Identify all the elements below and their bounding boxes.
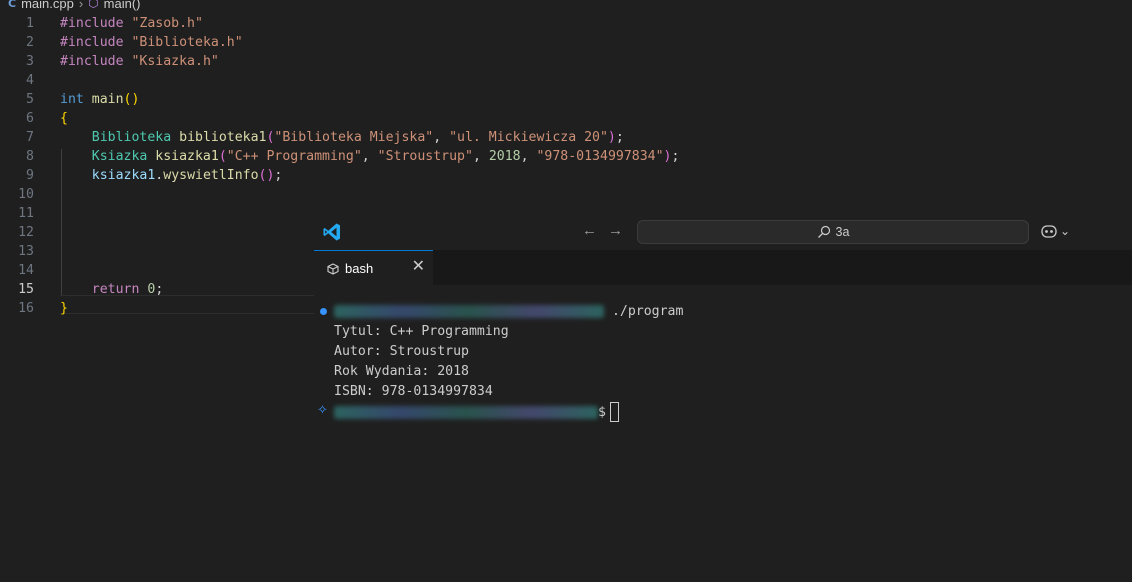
terminal-output-line: Tytul: C++ Programming — [334, 324, 509, 339]
terminal-icon — [327, 262, 339, 275]
title-bar: ← → 3a ⌄ — [314, 214, 1132, 251]
redacted-prompt — [334, 405, 598, 419]
terminal-output-line: ISBN: 978-0134997834 — [334, 384, 493, 399]
code-text: #include "Zasob.h" — [60, 16, 203, 31]
code-text: { — [60, 111, 68, 126]
line-number: 5 — [26, 92, 34, 107]
terminal-panel[interactable]: ./program Tytul: C++ Programming Autor: … — [314, 285, 1132, 582]
line-number: 12 — [18, 225, 34, 240]
terminal-prompt-line: $ — [334, 402, 619, 422]
command-status-dot-icon — [320, 308, 327, 315]
search-text: 3a — [835, 225, 850, 239]
vscode-window: ← → 3a ⌄ bash ✕ ./program Tytul: C++ Pro… — [314, 214, 1132, 582]
line-number: 9 — [26, 168, 34, 183]
terminal-command: ./program — [611, 304, 684, 319]
breadcrumb-file[interactable]: main.cpp — [21, 0, 74, 11]
vscode-logo-icon — [323, 223, 340, 241]
prompt-symbol: $ — [598, 405, 606, 420]
redacted-prompt — [334, 304, 604, 318]
terminal-tab-bar: bash ✕ — [314, 250, 1132, 286]
copilot-menu[interactable]: ⌄ — [1040, 223, 1070, 239]
sparkle-icon[interactable]: ✧ — [317, 402, 328, 418]
line-number: 14 — [18, 263, 34, 278]
code-text: return 0; — [91, 282, 164, 297]
tab-bash[interactable]: bash ✕ — [314, 250, 433, 286]
line-number: 6 — [26, 111, 34, 126]
line-number: 3 — [26, 54, 34, 69]
terminal-cursor — [609, 402, 619, 422]
terminal-output-line: Autor: Stroustrup — [334, 344, 469, 359]
line-number: 1 — [26, 16, 34, 31]
code-text: #include "Biblioteka.h" — [60, 35, 243, 50]
search-icon — [817, 225, 830, 238]
terminal-output-line: Rok Wydania: 2018 — [334, 364, 469, 379]
copilot-icon — [1041, 225, 1057, 238]
code-text: #include "Ksiazka.h" — [60, 54, 219, 69]
chevron-right-icon: › — [78, 0, 84, 11]
command-center-search[interactable]: 3a — [637, 220, 1029, 244]
breadcrumb: C main.cpp › ⬡ main() — [8, 0, 141, 11]
chevron-down-icon: ⌄ — [1060, 224, 1071, 238]
line-number: 8 — [26, 149, 34, 164]
cpp-file-icon: C — [8, 0, 17, 10]
code-text: } — [60, 301, 68, 316]
terminal-command-line: ./program — [334, 302, 683, 322]
code-text: Biblioteka biblioteka1("Biblioteka Miejs… — [91, 130, 624, 145]
code-text: ksiazka1.wyswietlInfo(); — [91, 168, 283, 183]
method-icon: ⬡ — [88, 0, 99, 10]
forward-arrow-icon[interactable]: → — [608, 222, 623, 239]
line-number: 16 — [18, 301, 34, 316]
close-icon[interactable]: ✕ — [412, 259, 425, 275]
back-arrow-icon[interactable]: ← — [582, 222, 597, 239]
line-number: 7 — [26, 130, 34, 145]
line-number: 13 — [18, 244, 34, 259]
line-number: 11 — [18, 206, 34, 221]
line-number: 15 — [18, 282, 34, 297]
line-number: 4 — [26, 73, 34, 88]
tab-label: bash — [345, 261, 374, 276]
code-text: int main() — [60, 92, 140, 107]
breadcrumb-symbol[interactable]: main() — [104, 0, 141, 11]
line-number: 10 — [18, 187, 34, 202]
code-text: Ksiazka ksiazka1("C++ Programming", "Str… — [91, 149, 680, 164]
line-number: 2 — [26, 35, 34, 50]
